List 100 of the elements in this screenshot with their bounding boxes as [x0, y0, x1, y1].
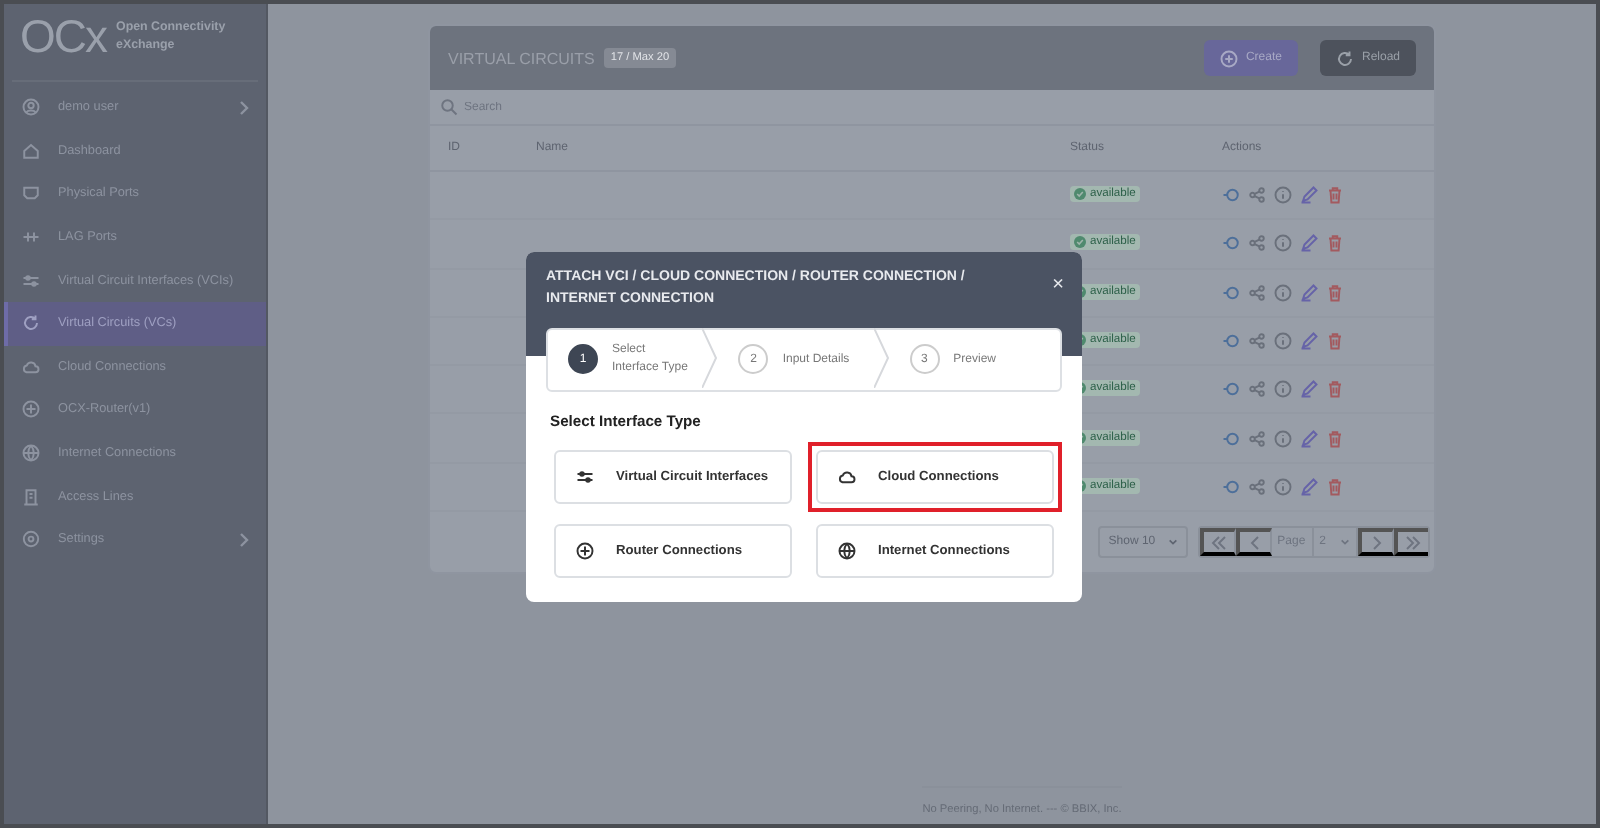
edit-icon [1300, 332, 1318, 351]
chevron-left-icon [1245, 533, 1264, 552]
connect-button[interactable] [1222, 332, 1240, 351]
edit-icon [1300, 477, 1318, 496]
trash-icon [1326, 429, 1344, 448]
logo: OCx [20, 13, 106, 59]
trash-button[interactable] [1326, 186, 1344, 205]
connect-button[interactable] [1222, 186, 1240, 205]
caret-icon [1340, 538, 1350, 547]
trash-icon [1326, 332, 1344, 351]
trash-icon [1326, 186, 1344, 205]
nodes-button[interactable] [1248, 332, 1266, 351]
check-icon [1074, 188, 1086, 201]
refresh-icon [22, 314, 40, 333]
edit-icon [1300, 234, 1318, 253]
edit-icon [1300, 283, 1318, 302]
nodes-icon [1248, 477, 1266, 496]
trash-button[interactable] [1326, 380, 1344, 399]
connect-icon [1222, 332, 1240, 351]
edit-button[interactable] [1300, 332, 1318, 351]
nodes-button[interactable] [1248, 186, 1266, 205]
close-button[interactable]: × [1052, 276, 1064, 296]
last-page-button[interactable] [1394, 528, 1428, 557]
nodes-icon [1248, 332, 1266, 351]
nodes-button[interactable] [1248, 429, 1266, 448]
trash-button[interactable] [1326, 283, 1344, 302]
globe-icon [22, 444, 40, 463]
connect-button[interactable] [1222, 283, 1240, 302]
connect-icon [1222, 477, 1240, 496]
check-icon [1074, 236, 1086, 249]
caret-icon [1167, 538, 1178, 547]
info-icon [1274, 283, 1292, 302]
edit-button[interactable] [1300, 380, 1318, 399]
plus-circle-icon [1219, 49, 1238, 67]
sliders-icon [22, 271, 40, 290]
connect-icon [1222, 429, 1240, 448]
nodes-icon [1248, 234, 1266, 253]
previous-page-button[interactable] [1235, 528, 1272, 557]
next-page-button[interactable] [1358, 528, 1394, 557]
user-icon [22, 98, 40, 117]
nodes-icon [1248, 186, 1266, 205]
edit-button[interactable] [1300, 234, 1318, 253]
chevron-right-icon [1368, 533, 1386, 552]
edit-button[interactable] [1300, 186, 1318, 205]
connect-button[interactable] [1222, 380, 1240, 399]
gear-icon [22, 530, 40, 549]
nodes-button[interactable] [1248, 380, 1266, 399]
connect-icon [1222, 234, 1240, 253]
double-chevron-icon [1404, 533, 1422, 552]
port-icon [22, 184, 40, 203]
info-icon [1274, 234, 1292, 253]
nodes-icon [1248, 429, 1266, 448]
connect-button[interactable] [1222, 429, 1240, 448]
link-icon [22, 228, 40, 247]
building-icon [22, 487, 40, 506]
trash-button[interactable] [1326, 332, 1344, 351]
cloud-icon [838, 467, 856, 486]
refresh-icon [1335, 49, 1354, 67]
info-button[interactable] [1274, 283, 1292, 302]
info-icon [1274, 429, 1292, 448]
trash-icon [1326, 380, 1344, 399]
edit-button[interactable] [1300, 283, 1318, 302]
info-icon [1274, 477, 1292, 496]
info-button[interactable] [1274, 429, 1292, 448]
globe-icon [838, 541, 856, 560]
info-button[interactable] [1274, 380, 1292, 399]
trash-icon [1326, 477, 1344, 496]
connect-button[interactable] [1222, 477, 1240, 496]
trash-button[interactable] [1326, 234, 1344, 253]
edit-icon [1300, 186, 1318, 205]
edit-icon [1300, 380, 1318, 399]
router-icon [22, 400, 40, 419]
info-button[interactable] [1274, 186, 1292, 205]
cloud-icon [22, 357, 40, 376]
nodes-icon [1248, 380, 1266, 399]
edit-icon [1300, 429, 1318, 448]
info-icon [1274, 380, 1292, 399]
info-icon [1274, 186, 1292, 205]
info-button[interactable] [1274, 234, 1292, 253]
router-icon [576, 541, 594, 560]
edit-button[interactable] [1300, 477, 1318, 496]
connect-button[interactable] [1222, 234, 1240, 253]
connect-icon [1222, 380, 1240, 399]
connect-icon [1222, 283, 1240, 302]
nodes-button[interactable] [1248, 234, 1266, 253]
nodes-button[interactable] [1248, 283, 1266, 302]
info-button[interactable] [1274, 332, 1292, 351]
search-icon [440, 98, 458, 116]
info-button[interactable] [1274, 477, 1292, 496]
double-chevron-icon [1209, 533, 1228, 552]
trash-icon [1326, 234, 1344, 253]
home-icon [22, 141, 40, 160]
nodes-button[interactable] [1248, 477, 1266, 496]
nodes-icon [1248, 283, 1266, 302]
trash-icon [1326, 283, 1344, 302]
sliders-icon [576, 467, 594, 486]
trash-button[interactable] [1326, 429, 1344, 448]
trash-button[interactable] [1326, 477, 1344, 496]
first-page-button[interactable] [1199, 528, 1236, 557]
edit-button[interactable] [1300, 429, 1318, 448]
